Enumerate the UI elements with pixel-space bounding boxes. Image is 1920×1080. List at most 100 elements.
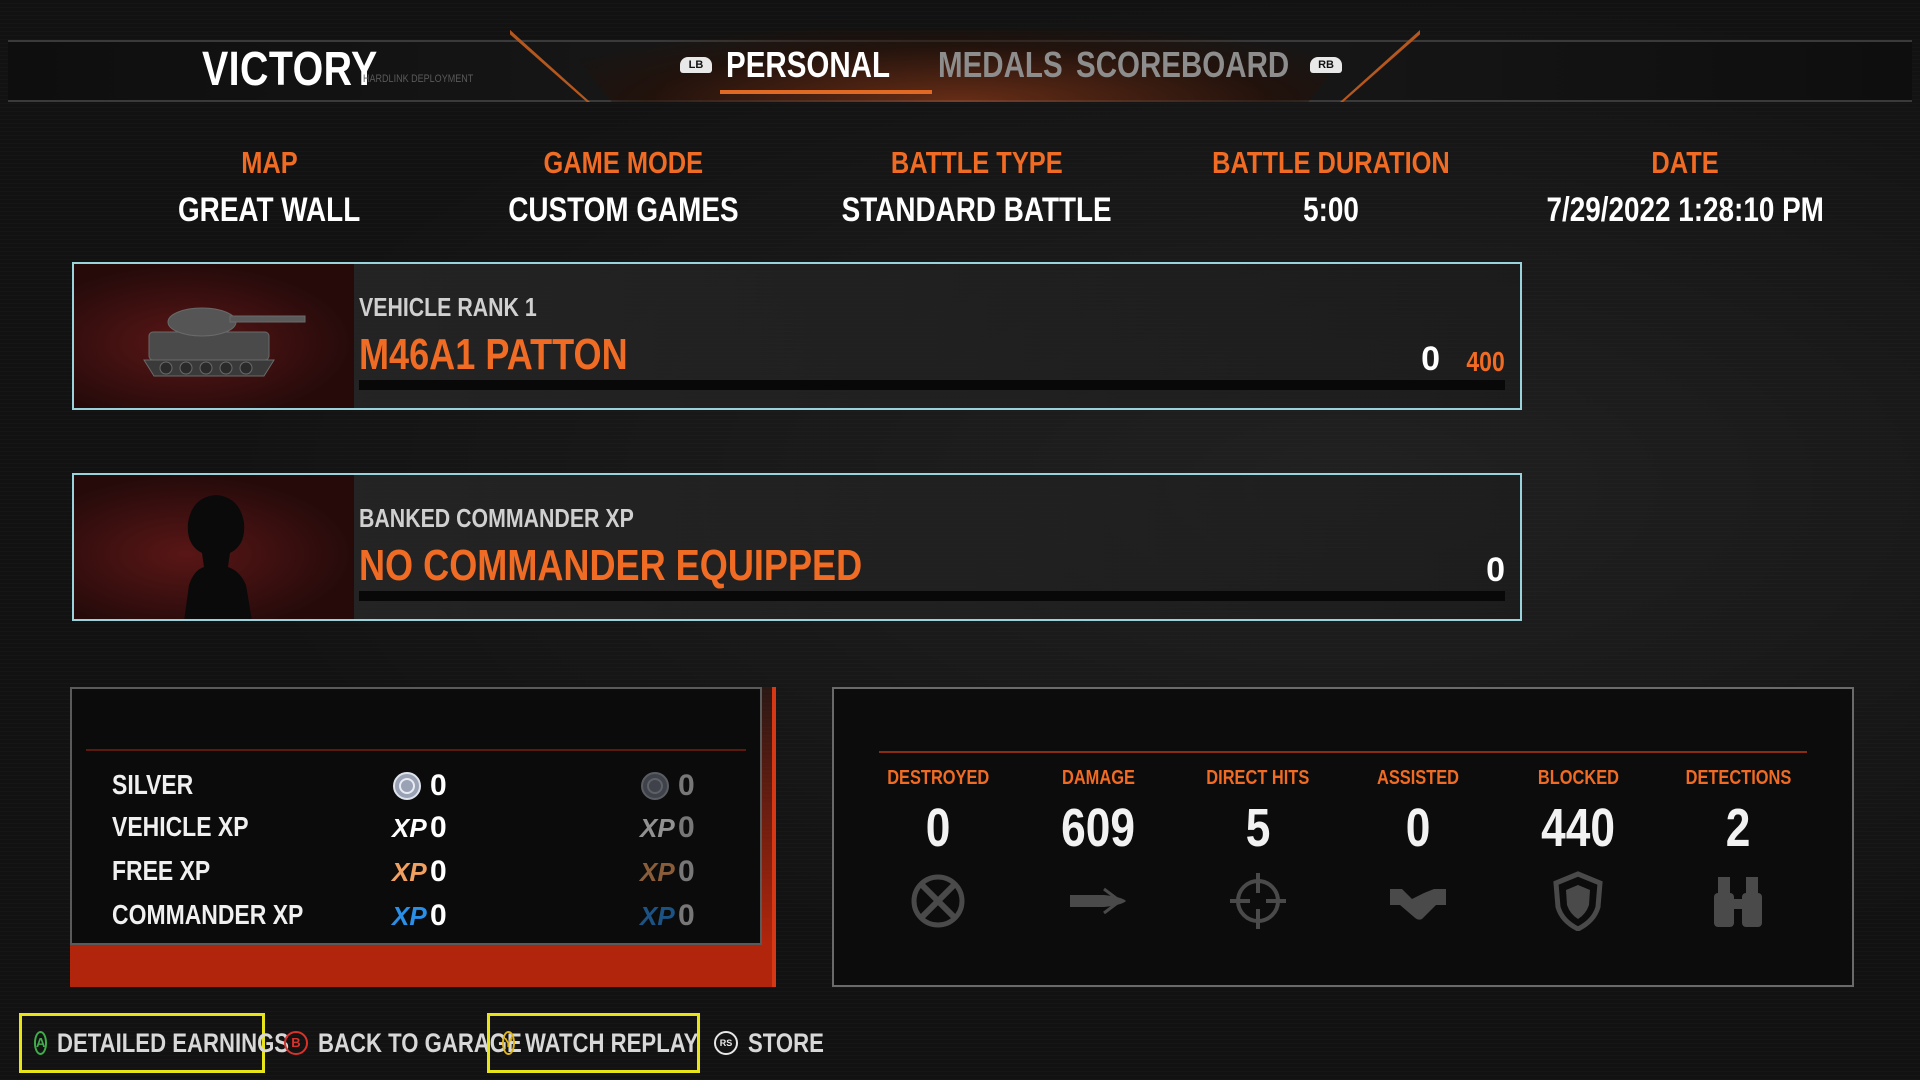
tank-icon xyxy=(143,307,306,377)
info-game-mode: GAME MODE CUSTOM GAMES xyxy=(453,145,793,233)
commander-xp-icon: XP xyxy=(392,901,427,931)
action-label: DETAILED EARNINGS xyxy=(57,1027,290,1058)
banked-commander-xp-label: BANKED COMMANDER XP xyxy=(359,503,634,533)
stat-label: DESTROYED xyxy=(886,767,990,789)
a-button-icon: A xyxy=(34,1031,48,1055)
stat-value: 609 xyxy=(1061,798,1135,858)
y-button-icon: Y xyxy=(502,1031,515,1055)
binoculars-icon xyxy=(1708,871,1768,931)
shell-icon xyxy=(1068,871,1128,931)
earnings-panel: SILVER 0 0 VEHICLE XP XP 0 XP 0 FREE XP … xyxy=(70,687,762,945)
earnings-row-free-xp: FREE XP XP 0 XP 0 xyxy=(112,855,732,895)
stat-detections: DETECTIONS 2 xyxy=(1658,767,1818,931)
map-label: MAP xyxy=(240,145,298,180)
map-value: GREAT WALL xyxy=(177,191,361,229)
vehicle-rank: VEHICLE RANK 1 xyxy=(359,292,537,322)
commander-status: NO COMMANDER EQUIPPED xyxy=(359,541,863,590)
stat-direct-hits: DIRECT HITS 5 xyxy=(1178,767,1338,931)
watch-replay-button[interactable]: Y WATCH REPLAY xyxy=(487,1013,700,1073)
date-label: DATE xyxy=(1651,145,1719,180)
deployment-label: HARDLINK DEPLOYMENT xyxy=(363,73,474,85)
info-map: MAP GREAT WALL xyxy=(99,145,439,233)
commander-xp-value: 0 xyxy=(1486,551,1505,589)
earnings-divider xyxy=(86,749,746,751)
battle-result-title: VICTORY xyxy=(202,43,378,96)
earnings-label: SILVER xyxy=(112,769,194,800)
commander-silhouette xyxy=(74,475,354,619)
stat-label: DIRECT HITS xyxy=(1206,767,1310,789)
vehicle-xp-bar xyxy=(359,380,1505,390)
info-date: DATE 7/29/2022 1:28:10 PM xyxy=(1515,145,1855,233)
stat-value: 0 xyxy=(1405,798,1431,858)
action-label: STORE xyxy=(748,1027,824,1058)
date-value: 7/29/2022 1:28:10 PM xyxy=(1546,191,1824,229)
earnings-row-silver: SILVER 0 0 xyxy=(112,769,732,809)
rs-button-icon: RS xyxy=(714,1031,738,1055)
commander-icon xyxy=(184,495,252,619)
earnings-value-premium: 0 xyxy=(678,811,695,844)
silver-coin-icon xyxy=(640,771,670,801)
vehicle-xp-current: 0 xyxy=(1421,340,1440,378)
battle-stats-panel: DESTROYED 0 DAMAGE 609 DIRECT HITS 5 ASS… xyxy=(832,687,1854,987)
silver-coin-icon xyxy=(392,771,422,801)
stat-assisted: ASSISTED 0 xyxy=(1338,767,1498,931)
commander-xp-icon: XP xyxy=(640,901,675,931)
earnings-label: COMMANDER XP xyxy=(112,899,304,930)
earnings-value-premium: 0 xyxy=(678,899,695,932)
vehicle-name: M46A1 PATTON xyxy=(359,330,628,379)
vehicle-xp-icon: XP xyxy=(392,813,427,843)
earnings-row-commander-xp: COMMANDER XP XP 0 XP 0 xyxy=(112,899,732,939)
earnings-value-premium: 0 xyxy=(678,769,695,802)
stat-value: 0 xyxy=(925,798,951,858)
vehicle-xp-icon: XP xyxy=(640,813,675,843)
detailed-earnings-button[interactable]: A DETAILED EARNINGS xyxy=(19,1013,289,1073)
store-button[interactable]: RS STORE xyxy=(714,1013,841,1073)
earnings-value: 0 xyxy=(430,855,447,888)
handshake-icon xyxy=(1388,871,1448,931)
free-xp-icon: XP xyxy=(392,857,427,887)
stat-label: DAMAGE xyxy=(1061,767,1135,789)
stat-value: 5 xyxy=(1245,798,1271,858)
stat-damage: DAMAGE 609 xyxy=(1018,767,1178,931)
commander-panel: BANKED COMMANDER XP NO COMMANDER EQUIPPE… xyxy=(72,473,1522,621)
battle-info: MAP GREAT WALL GAME MODE CUSTOM GAMES BA… xyxy=(0,145,1920,235)
stat-label: ASSISTED xyxy=(1376,767,1460,789)
tank-image xyxy=(74,264,354,408)
earnings-value: 0 xyxy=(430,769,447,802)
stats-divider xyxy=(879,751,1807,753)
commander-xp-bar xyxy=(359,591,1505,601)
tab-scoreboard[interactable]: SCOREBOARD xyxy=(1076,44,1336,86)
stat-label: BLOCKED xyxy=(1537,767,1619,789)
tab-medals[interactable]: MEDALS xyxy=(938,44,1090,86)
action-bar: A DETAILED EARNINGS B BACK TO GARAGE Y W… xyxy=(0,1005,1920,1075)
battle-type-value: STANDARD BATTLE xyxy=(841,191,1112,229)
lb-bumper-icon[interactable]: LB xyxy=(680,57,712,73)
vehicle-progress-panel: VEHICLE RANK 1 M46A1 PATTON 0 400 xyxy=(72,262,1522,410)
destroyed-icon xyxy=(908,871,968,931)
earnings-value-premium: 0 xyxy=(678,855,695,888)
action-label: WATCH REPLAY xyxy=(524,1027,699,1058)
top-bar: VICTORY HARDLINK DEPLOYMENT LB PERSONAL … xyxy=(0,0,1920,110)
tab-personal[interactable]: PERSONAL xyxy=(719,44,933,94)
stat-value: 440 xyxy=(1541,798,1615,858)
stat-label: DETECTIONS xyxy=(1685,767,1791,789)
earnings-row-vehicle-xp: VEHICLE XP XP 0 XP 0 xyxy=(112,811,732,851)
crosshair-icon xyxy=(1228,871,1288,931)
shield-icon xyxy=(1548,871,1608,932)
earnings-value: 0 xyxy=(430,899,447,932)
info-battle-type: BATTLE TYPE STANDARD BATTLE xyxy=(807,145,1147,233)
stat-destroyed: DESTROYED 0 xyxy=(858,767,1018,931)
earnings-label: FREE XP xyxy=(112,855,211,886)
b-button-icon: B xyxy=(284,1031,308,1055)
battle-type-label: BATTLE TYPE xyxy=(891,145,1063,180)
battle-duration-value: 5:00 xyxy=(1303,191,1359,229)
stat-value: 2 xyxy=(1725,798,1751,858)
game-mode-label: GAME MODE xyxy=(543,145,703,180)
game-mode-value: CUSTOM GAMES xyxy=(507,191,739,229)
battle-duration-label: BATTLE DURATION xyxy=(1212,145,1450,180)
earnings-label: VEHICLE XP xyxy=(112,811,249,842)
stat-blocked: BLOCKED 440 xyxy=(1498,767,1658,932)
vehicle-xp-next: 400 xyxy=(1466,346,1505,377)
info-battle-duration: BATTLE DURATION 5:00 xyxy=(1161,145,1501,233)
free-xp-icon: XP xyxy=(640,857,675,887)
